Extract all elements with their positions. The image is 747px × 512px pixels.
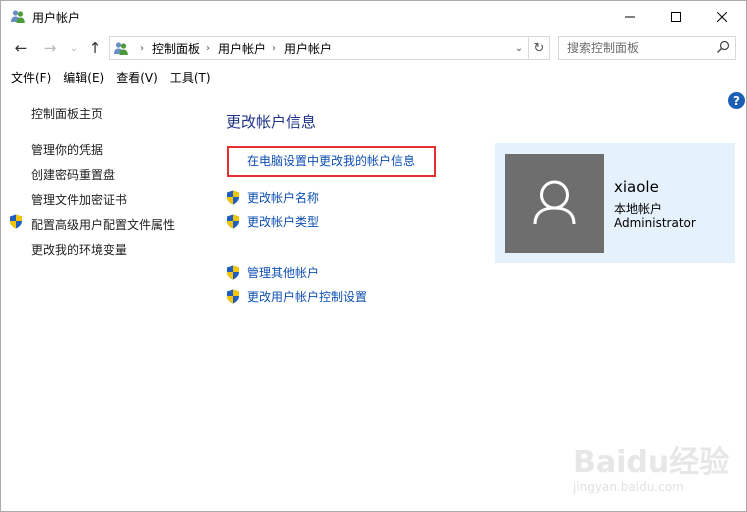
uac-shield-icon: [9, 214, 23, 229]
task-change-account-type[interactable]: 更改帐户类型: [226, 213, 319, 230]
forward-button[interactable]: →: [39, 37, 61, 59]
sidebar-item-password-reset-disk[interactable]: 创建密码重置盘: [31, 166, 115, 183]
window-title: 用户帐户: [32, 11, 81, 25]
task-label[interactable]: 更改用户帐户控制设置: [247, 288, 367, 305]
uac-shield-icon: [226, 289, 240, 304]
avatar: [505, 154, 604, 253]
uac-shield-icon: [226, 214, 240, 229]
chevron-right-icon[interactable]: ›: [140, 43, 144, 54]
uac-shield-icon: [226, 265, 240, 280]
refresh-icon: ↻: [533, 40, 545, 56]
window: 用户帐户 ← → ⌄ ↑ › 控制面板 › 用户帐户 › 用户帐户 ⌄ ↻ 搜索…: [0, 0, 747, 512]
sidebar-home-link[interactable]: 控制面板主页: [31, 105, 103, 122]
up-button[interactable]: ↑: [84, 37, 106, 59]
close-button[interactable]: [699, 1, 745, 32]
sidebar-item-encryption-certificates[interactable]: 管理文件加密证书: [31, 191, 127, 208]
breadcrumb-user-accounts-current[interactable]: 用户帐户: [284, 40, 332, 57]
chevron-down-icon: ⌄: [514, 42, 524, 54]
close-icon: [717, 11, 727, 22]
task-change-account-name[interactable]: 更改帐户名称: [226, 189, 319, 206]
menu-file[interactable]: 文件(F): [5, 67, 57, 89]
search-input[interactable]: [565, 39, 719, 57]
pc-settings-link[interactable]: 在电脑设置中更改我的帐户信息: [247, 152, 415, 169]
recent-locations-button[interactable]: ⌄: [63, 37, 85, 59]
breadcrumb-user-accounts[interactable]: 用户帐户: [218, 40, 266, 57]
page-title: 更改帐户信息: [226, 113, 317, 131]
chevron-down-icon: ⌄: [69, 42, 79, 54]
back-button[interactable]: ←: [10, 37, 32, 59]
task-label[interactable]: 更改帐户名称: [247, 189, 319, 206]
maximize-icon: [671, 11, 681, 22]
account-type: 本地帐户: [614, 202, 663, 216]
sidebar-item-environment-variables[interactable]: 更改我的环境变量: [31, 241, 127, 258]
maximize-button[interactable]: [653, 1, 699, 32]
address-dropdown-button[interactable]: ⌄: [512, 40, 526, 56]
menu-tools[interactable]: 工具(T): [164, 67, 217, 89]
account-card: xiaole 本地帐户 Administrator: [495, 143, 735, 263]
menu-view[interactable]: 查看(V): [110, 67, 164, 89]
menu-edit[interactable]: 编辑(E): [57, 67, 110, 89]
title-bar[interactable]: 用户帐户: [1, 1, 746, 32]
user-icon: [533, 180, 576, 225]
task-label[interactable]: 更改帐户类型: [247, 213, 319, 230]
breadcrumb: › 控制面板 › 用户帐户 › 用户帐户: [134, 40, 332, 57]
chevron-right-icon[interactable]: ›: [272, 43, 276, 54]
users-app-icon: [10, 8, 26, 24]
arrow-up-icon: ↑: [88, 39, 102, 57]
watermark-logo: Baidu经验: [573, 445, 730, 480]
refresh-button[interactable]: ↻: [528, 36, 550, 60]
chevron-right-icon[interactable]: ›: [206, 43, 210, 54]
watermark-url: jingyan.baidu.com: [573, 480, 684, 494]
navigation-bar: ← → ⌄ ↑ › 控制面板 › 用户帐户 › 用户帐户 ⌄ ↻: [1, 32, 746, 64]
uac-shield-icon: [226, 190, 240, 205]
help-icon[interactable]: ?: [728, 92, 745, 109]
search-icon[interactable]: [716, 40, 730, 54]
sidebar-item-credentials[interactable]: 管理你的凭据: [31, 141, 103, 158]
breadcrumb-control-panel[interactable]: 控制面板: [152, 40, 200, 57]
menu-bar: 文件(F) 编辑(E) 查看(V) 工具(T): [1, 67, 747, 89]
sidebar-item-advanced-profile[interactable]: 配置高级用户配置文件属性: [31, 216, 175, 233]
minimize-button[interactable]: [607, 1, 653, 32]
task-uac-settings[interactable]: 更改用户帐户控制设置: [226, 288, 367, 305]
account-role: Administrator: [614, 216, 696, 230]
task-label[interactable]: 管理其他帐户: [247, 264, 319, 281]
control-panel-icon: [113, 40, 129, 56]
search-box[interactable]: [558, 36, 736, 60]
arrow-left-icon: ←: [14, 39, 28, 57]
address-bar[interactable]: › 控制面板 › 用户帐户 › 用户帐户 ⌄: [109, 36, 529, 60]
task-manage-other-accounts[interactable]: 管理其他帐户: [226, 264, 319, 281]
account-name: xiaole: [614, 178, 659, 196]
arrow-right-icon: →: [43, 39, 57, 57]
minimize-icon: [625, 16, 635, 17]
